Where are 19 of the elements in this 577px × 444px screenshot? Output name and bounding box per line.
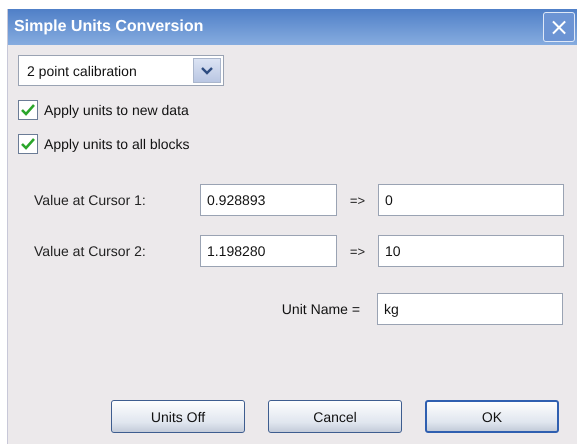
dialog-button[interactable]: OK <box>425 400 559 433</box>
target-field[interactable]: 0 <box>378 184 564 216</box>
checkbox[interactable] <box>18 134 38 154</box>
mode-dropdown[interactable]: 2 point calibration <box>18 55 224 86</box>
value-field[interactable]: 0.928893 <box>200 184 337 216</box>
checkbox-label: Apply units to all blocks <box>44 136 190 152</box>
unit-name-field[interactable]: kg <box>377 293 563 325</box>
field-label: Value at Cursor 1: <box>33 192 147 208</box>
arrow-text: => <box>348 192 366 208</box>
value-field[interactable]: 1.198280 <box>200 235 337 267</box>
field-label: Value at Cursor 2: <box>33 243 147 259</box>
window-title: Simple Units Conversion <box>14 18 204 36</box>
dialog-button[interactable]: Cancel <box>268 400 402 433</box>
arrow-text: => <box>348 244 366 258</box>
target-field[interactable]: 10 <box>378 235 564 267</box>
dialog-button[interactable]: Units Off <box>111 400 245 433</box>
checkbox-label: Apply units to new data <box>44 102 189 118</box>
unit-name-label: Unit Name = <box>282 301 360 317</box>
checkbox[interactable] <box>18 100 38 120</box>
